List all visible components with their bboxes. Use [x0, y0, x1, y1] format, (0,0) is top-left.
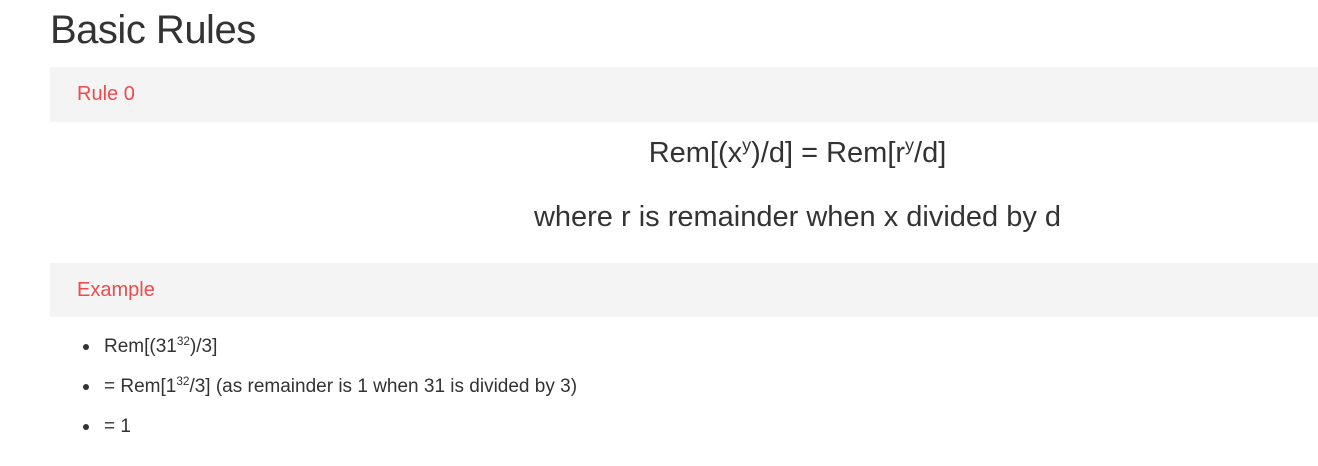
formula-lhs-prefix: Rem[(x — [648, 137, 743, 169]
example-step-1: Rem[(3132)/3] — [80, 334, 577, 374]
example-step-exponent: 32 — [176, 374, 190, 388]
bullet-icon — [83, 424, 89, 430]
example-step-prefix: = 1 — [104, 416, 131, 437]
rule-label: Rule 0 — [77, 83, 135, 105]
example-header-band: Example — [50, 263, 1318, 317]
formula-lhs-suffix: )/d] = Rem[r — [751, 137, 906, 169]
rule-note: where r is remainder when x divided by d — [533, 201, 1062, 233]
example-step-suffix: /3] (as remainder is 1 when 31 is divide… — [189, 376, 578, 397]
example-step-3: = 1 — [80, 414, 577, 454]
example-step-2: = Rem[132/3] (as remainder is 1 when 31 … — [80, 374, 577, 414]
formula-rhs-suffix: /d] — [914, 137, 947, 169]
example-step-suffix: )/3] — [189, 336, 218, 357]
page-title: Basic Rules — [50, 8, 256, 52]
example-label: Example — [77, 279, 155, 301]
formula-rhs-exponent: y — [905, 134, 915, 155]
bullet-icon — [83, 384, 89, 390]
formula-lhs-exponent: y — [742, 134, 752, 155]
example-step-exponent: 32 — [176, 334, 190, 348]
rule-header-band: Rule 0 — [50, 67, 1318, 122]
bullet-icon — [83, 344, 89, 350]
rule-formula: Rem[(xy)/d] = Rem[ry/d] — [50, 136, 1318, 170]
example-list: Rem[(3132)/3] = Rem[132/3] (as remainder… — [80, 334, 577, 454]
example-step-prefix: = Rem[1 — [104, 376, 177, 397]
example-step-prefix: Rem[(31 — [104, 336, 177, 357]
